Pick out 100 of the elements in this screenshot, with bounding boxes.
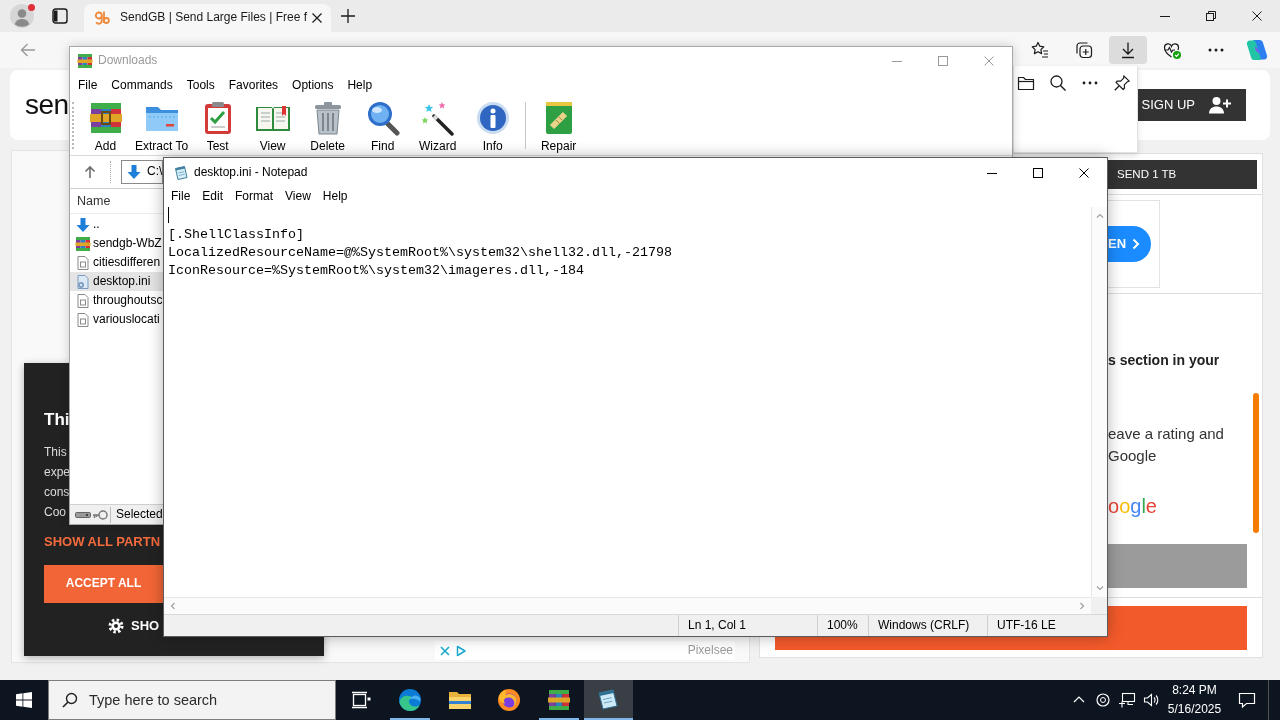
clock[interactable]: 8:24 PM 5/16/2025 [1163, 680, 1226, 720]
window-title: desktop.ini - Notepad [194, 164, 308, 181]
folder-icon[interactable] [1017, 74, 1035, 92]
menu-item[interactable]: File [165, 189, 197, 205]
file-row[interactable]: throughoutsc [70, 291, 164, 310]
file-row[interactable]: desktop.ini [70, 272, 164, 291]
down-arrow-icon [126, 164, 142, 180]
menu-item[interactable]: File [71, 77, 105, 94]
column-header[interactable]: Name [77, 192, 111, 210]
file-row[interactable]: citiesdifferen [70, 253, 164, 272]
toolbar-button[interactable]: Extract To [133, 100, 191, 154]
toolbar-button[interactable]: Add [78, 100, 133, 154]
text-editor[interactable]: [.ShellClassInfo] LocalizedResourceName=@%SystemRoot%\system32\shell32.dll,-21798 IconResource=%SystemRoot%\system32\imageres.dll,-184 [164, 207, 1091, 597]
swirl-icon [398, 688, 423, 712]
pin-icon[interactable] [1113, 74, 1131, 92]
books-icon [75, 235, 91, 252]
search-icon [62, 692, 78, 708]
site-logo-icon [94, 10, 110, 26]
drive-icon [75, 510, 91, 519]
swirl-logo-icon[interactable] [1245, 38, 1269, 62]
heart-pulse-icon[interactable] [1162, 40, 1182, 60]
document-icon [75, 311, 91, 328]
document-icon [75, 292, 91, 309]
path-field[interactable]: C:\ [121, 160, 163, 184]
banner-heading: Thi [44, 409, 70, 431]
toolbar-button[interactable]: Find [355, 100, 411, 154]
books-icon [77, 53, 93, 69]
start-icon[interactable] [16, 692, 32, 708]
taskbar-button[interactable] [583, 680, 633, 720]
toolbar-button[interactable]: Repair [531, 100, 587, 154]
tab-actions-icon[interactable] [52, 8, 68, 24]
scrollbar-thumb[interactable] [1253, 393, 1259, 533]
menu-item[interactable]: Edit [196, 189, 230, 205]
file-row[interactable]: sendgb-WbZ [70, 234, 164, 253]
status-text: 100% [827, 617, 858, 634]
file-row[interactable]: .. [70, 215, 164, 234]
speaker-icon[interactable] [1143, 692, 1159, 708]
up-arrow-icon[interactable] [82, 164, 98, 180]
close-icon[interactable] [311, 12, 323, 24]
google-logo: oogle [1108, 495, 1157, 517]
menu-item[interactable]: View [279, 189, 317, 205]
flame-globe-icon [497, 688, 522, 712]
send-button[interactable]: SEND 1 TB [1108, 160, 1257, 189]
restore-icon[interactable] [1206, 11, 1216, 21]
toolbar-button[interactable]: Info [465, 100, 521, 154]
down-arrow-icon [75, 216, 91, 233]
notepad-icon [596, 688, 621, 712]
banner-text: This expe cons Coo [44, 444, 71, 521]
avatar-icon[interactable] [10, 4, 34, 28]
status-text: Selected [116, 506, 163, 523]
close-icon[interactable] [1252, 11, 1262, 21]
menu-item[interactable]: Help [340, 77, 380, 94]
search-icon[interactable] [1049, 74, 1067, 92]
notification-icon[interactable] [1238, 691, 1256, 709]
toolbar-button[interactable]: Wizard [410, 100, 466, 154]
review-text: eave a rating and Google [1108, 424, 1224, 466]
review-heading: s section in your [1108, 351, 1220, 369]
chevron-right-icon [1132, 238, 1141, 250]
status-text: Ln 1, Col 1 [688, 617, 747, 634]
maximize-icon[interactable] [1033, 167, 1043, 178]
settings-button[interactable]: SHO [108, 616, 160, 636]
notepad-icon [173, 164, 189, 181]
toolbar-button[interactable]: Test [190, 100, 246, 154]
favorites-icon[interactable] [1030, 40, 1050, 60]
menu-item[interactable]: Format [229, 189, 280, 205]
books-icon [546, 688, 571, 712]
status-text: Windows (CRLF) [878, 617, 970, 634]
menu-item[interactable]: Tools [179, 77, 222, 94]
books-icon [87, 100, 124, 136]
gear-document-icon [75, 273, 91, 290]
menu-item[interactable]: Options [285, 77, 341, 94]
downloads-button[interactable] [1109, 36, 1147, 64]
window-title: Downloads [98, 53, 158, 69]
file-row[interactable]: variouslocati [70, 310, 164, 329]
toolbar-button[interactable]: View [245, 100, 301, 154]
menu-item[interactable]: Favorites [221, 77, 286, 94]
menu-item[interactable]: Commands [104, 77, 180, 94]
ad-brand: Pixelsee [687, 642, 733, 659]
plus-icon[interactable] [341, 9, 355, 23]
collections-icon[interactable] [1074, 40, 1094, 60]
document-icon [75, 254, 91, 271]
menu-item[interactable]: Help [316, 189, 354, 205]
search-input[interactable]: Type here to search [89, 690, 329, 710]
magic-wand-icon [419, 100, 456, 136]
key-icon [92, 509, 108, 520]
browser-tab[interactable]: SendGB | Send Large Files | Free f [84, 4, 331, 32]
toolbar-button[interactable]: Delete [300, 100, 356, 154]
play-icon[interactable] [456, 644, 466, 657]
site-logo[interactable]: sen [25, 91, 69, 119]
task-view-icon [350, 691, 371, 709]
partners-link[interactable]: SHOW ALL PARTN [44, 533, 161, 551]
device-icon[interactable] [1095, 692, 1111, 708]
network-icon[interactable] [1118, 692, 1136, 708]
search-box[interactable]: Type here to search [48, 680, 336, 720]
close-icon[interactable] [1079, 167, 1089, 178]
gear-icon [108, 618, 124, 634]
notification-dot-icon [28, 4, 35, 11]
text-cursor [168, 207, 169, 223]
sign-up-button[interactable]: SIGN UP [1137, 89, 1246, 121]
user-plus-icon [1209, 96, 1231, 114]
